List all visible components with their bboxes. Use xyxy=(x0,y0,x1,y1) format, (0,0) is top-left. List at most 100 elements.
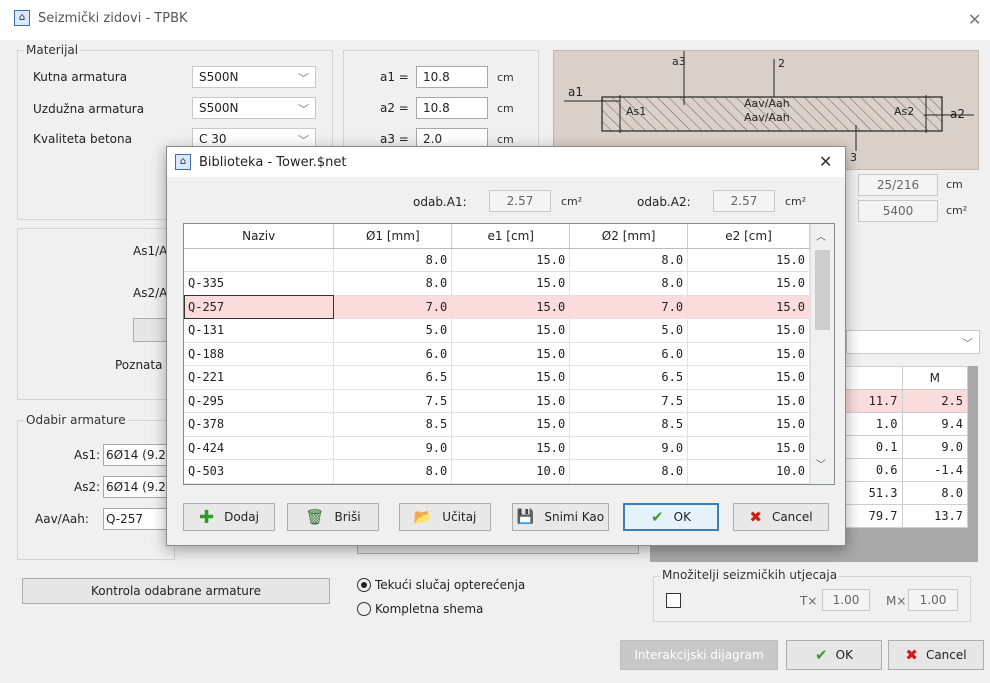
cell-value[interactable]: 15.0 xyxy=(451,295,571,319)
table-row[interactable]: 0.1 9.0 xyxy=(836,435,968,459)
scroll-thumb[interactable] xyxy=(815,250,830,330)
cell-value[interactable]: 15.0 xyxy=(687,248,810,272)
cell-value[interactable]: 6.5 xyxy=(333,365,453,390)
table-row[interactable]: Q-335 8.0 15.0 8.0 15.0 xyxy=(184,271,810,296)
a2-input[interactable]: 10.8 xyxy=(416,97,488,119)
col-e2[interactable]: e2 [cm] xyxy=(687,224,810,249)
radio-kompletna[interactable]: Kompletna shema xyxy=(357,602,483,616)
cell-value[interactable]: 15.0 xyxy=(687,389,810,413)
mx-field[interactable]: 1.00 xyxy=(908,589,958,611)
cell-value[interactable]: 8.0 xyxy=(569,248,689,272)
cell-name[interactable]: Q-335 xyxy=(184,271,335,296)
cell-name[interactable]: Q-503 xyxy=(184,459,335,484)
main-cancel-button[interactable]: ✖ Cancel xyxy=(888,640,984,670)
cell-value[interactable]: 15.0 xyxy=(451,342,571,366)
brisi-button[interactable]: 🗑 Briši xyxy=(287,503,379,531)
cell-value[interactable]: 8.0 xyxy=(333,271,453,296)
cell-value[interactable]: 5.0 xyxy=(333,318,453,343)
table-row[interactable]: Q-188 6.0 15.0 6.0 15.0 xyxy=(184,342,810,366)
cell-value[interactable]: 8.0 xyxy=(333,459,453,484)
kontrola-button[interactable]: Kontrola odabrane armature xyxy=(22,578,330,604)
ucitaj-button[interactable]: 📂 Učitaj xyxy=(399,503,491,531)
col-naziv[interactable]: Naziv xyxy=(184,224,335,249)
cell-value[interactable]: 5.0 xyxy=(569,318,689,343)
cell-value[interactable]: 8.0 xyxy=(569,271,689,296)
table-row[interactable]: Q-424 9.0 15.0 9.0 15.0 xyxy=(184,436,810,460)
cell-value[interactable]: 8.5 xyxy=(569,412,689,437)
cell-value[interactable]: 15.0 xyxy=(687,365,810,390)
cell-value[interactable]: 15.0 xyxy=(687,436,810,460)
table-row[interactable]: Q-257 7.0 15.0 7.0 15.0 xyxy=(184,295,810,319)
cell-value[interactable]: 9.0 xyxy=(333,436,453,460)
cell-name[interactable]: Q-257 xyxy=(184,295,335,319)
cell-value[interactable]: 15.0 xyxy=(687,271,810,296)
interakcijski-button[interactable]: Interakcijski dijagram xyxy=(620,640,778,670)
dialog-ok-button[interactable]: ✔ OK xyxy=(623,503,719,531)
col-d1[interactable]: Ø1 [mm] xyxy=(333,224,453,249)
cell-value[interactable]: 7.5 xyxy=(569,389,689,413)
radio-tekuci[interactable]: Tekući slučaj opterećenja xyxy=(357,578,525,592)
close-icon[interactable]: ✕ xyxy=(968,10,981,29)
cell-value[interactable]: 8.5 xyxy=(333,412,453,437)
cell-value[interactable]: 15.0 xyxy=(687,318,810,343)
scroll-down-icon[interactable]: ﹀ xyxy=(816,456,826,471)
cell-value[interactable]: 15.0 xyxy=(687,295,810,319)
cell-value[interactable]: 9.0 xyxy=(569,436,689,460)
cell-value[interactable]: 15.0 xyxy=(451,318,571,343)
cell-name[interactable]: Q-295 xyxy=(184,389,335,413)
table-row[interactable]: 1.0 9.4 xyxy=(836,412,968,436)
snimi-kao-button[interactable]: 💾 Snimi Kao xyxy=(512,503,609,531)
table-row[interactable]: Q-221 6.5 15.0 6.5 15.0 xyxy=(184,365,810,390)
cell-name[interactable]: Q-424 xyxy=(184,436,335,460)
main-ok-button[interactable]: ✔ OK xyxy=(786,640,882,670)
cell-value[interactable]: 15.0 xyxy=(451,271,571,296)
table-row[interactable]: 51.3 8.0 xyxy=(836,481,968,505)
kutna-select[interactable]: S500N ﹀ xyxy=(192,66,316,88)
table-row[interactable]: 8.0 15.0 8.0 15.0 xyxy=(184,248,810,272)
aav-field[interactable]: Q-257 xyxy=(103,508,173,530)
cell-value[interactable]: 15.0 xyxy=(687,342,810,366)
cell-value[interactable]: 15.0 xyxy=(451,365,571,390)
cell-value[interactable]: 8.0 xyxy=(569,459,689,484)
col-d2[interactable]: Ø2 [mm] xyxy=(569,224,689,249)
cell-value[interactable]: 15.0 xyxy=(451,248,571,272)
table-row[interactable]: Q-295 7.5 15.0 7.5 15.0 xyxy=(184,389,810,413)
a1-input[interactable]: 10.8 xyxy=(416,66,488,88)
dialog-close-icon[interactable]: ✕ xyxy=(819,152,832,171)
cell-value[interactable]: 10.0 xyxy=(687,459,810,484)
cell-value[interactable]: 6.0 xyxy=(333,342,453,366)
cell-value[interactable]: 15.0 xyxy=(687,412,810,437)
table-row[interactable]: Q-131 5.0 15.0 5.0 15.0 xyxy=(184,318,810,343)
col-e1[interactable]: e1 [cm] xyxy=(451,224,571,249)
as1-field[interactable]: 6Ø14 (9.2 xyxy=(103,444,173,466)
uzduzna-select[interactable]: S500N ﹀ xyxy=(192,97,316,119)
cell-value[interactable]: 7.5 xyxy=(333,389,453,413)
as2-field[interactable]: 6Ø14 (9.2 xyxy=(103,476,173,498)
cell-value[interactable]: 7.0 xyxy=(569,295,689,319)
table-row[interactable]: Q-503 8.0 10.0 8.0 10.0 xyxy=(184,459,810,484)
table-row[interactable]: 0.6 -1.4 xyxy=(836,458,968,482)
dialog-cancel-button[interactable]: ✖ Cancel xyxy=(733,503,829,531)
dodaj-button[interactable]: ✚ Dodaj xyxy=(183,503,275,531)
table-row[interactable]: Q-378 8.5 15.0 8.5 15.0 xyxy=(184,412,810,437)
cell-name[interactable]: Q-188 xyxy=(184,342,335,366)
table-row[interactable]: 11.7 2.5 xyxy=(836,389,968,413)
cell-name[interactable] xyxy=(184,248,335,272)
right-select[interactable]: ﹀ xyxy=(846,330,980,354)
cell-name[interactable]: Q-131 xyxy=(184,318,335,343)
cell-value[interactable]: 6.5 xyxy=(569,365,689,390)
table-row[interactable]: 79.7 13.7 xyxy=(836,504,968,528)
cell-value[interactable]: 8.0 xyxy=(333,248,453,272)
cell-value[interactable]: 6.0 xyxy=(569,342,689,366)
cell-value[interactable]: 15.0 xyxy=(451,436,571,460)
cell-value[interactable]: 15.0 xyxy=(451,412,571,437)
tx-field[interactable]: 1.00 xyxy=(822,589,870,611)
cell-name[interactable]: Q-378 xyxy=(184,412,335,437)
cell-name[interactable]: Q-221 xyxy=(184,365,335,390)
cell-value[interactable]: 7.0 xyxy=(333,295,453,319)
mnozitelji-checkbox[interactable] xyxy=(666,593,681,608)
table-scrollbar[interactable]: ︿ ﹀ xyxy=(810,224,834,484)
cell-value[interactable]: 10.0 xyxy=(451,459,571,484)
scroll-up-icon[interactable]: ︿ xyxy=(816,228,826,243)
cell-value[interactable]: 15.0 xyxy=(451,389,571,413)
